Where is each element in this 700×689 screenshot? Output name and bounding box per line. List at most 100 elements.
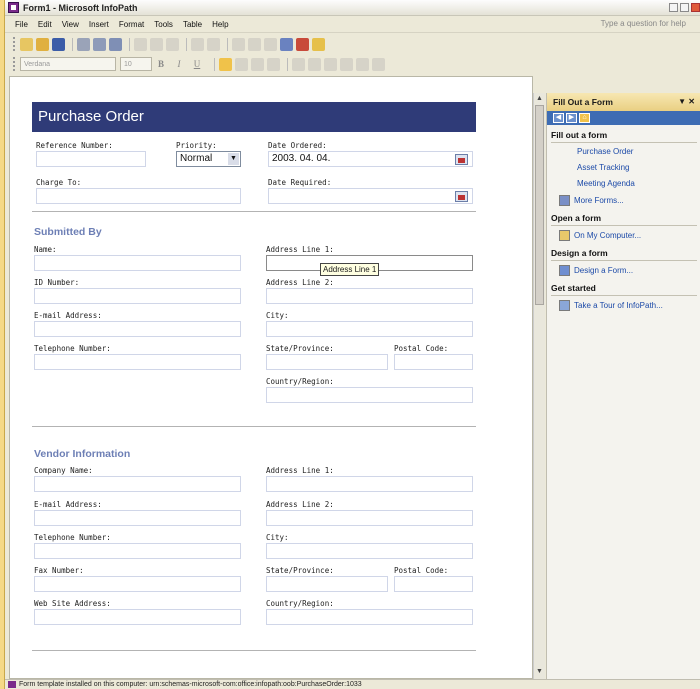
fax-number-field[interactable] (34, 576, 241, 592)
form-link-meeting-agenda[interactable]: Meeting Agenda (577, 179, 700, 188)
font-size-dropdown[interactable]: 10 (120, 57, 152, 71)
menu-table[interactable]: Table (183, 20, 202, 29)
company-name-field[interactable] (34, 476, 241, 492)
vendor-postal-code-field[interactable] (394, 576, 473, 592)
email-label: E-mail Address: (34, 311, 102, 320)
undo-icon[interactable] (191, 37, 204, 51)
design-form-link[interactable]: Design a Form... (559, 265, 700, 276)
help-icon[interactable] (312, 37, 325, 51)
minimize-button[interactable] (669, 3, 678, 12)
bold-button[interactable]: B (156, 59, 166, 69)
divider (32, 211, 476, 212)
home-icon[interactable]: ⌂ (579, 113, 590, 123)
picture-icon[interactable] (264, 37, 277, 51)
city-field[interactable] (266, 321, 473, 337)
font-name-dropdown[interactable]: Verdana (20, 57, 116, 71)
scroll-down-icon[interactable]: ▼ (536, 668, 543, 675)
state-province-field[interactable] (266, 354, 388, 370)
forward-icon[interactable]: ▶ (566, 113, 577, 123)
menu-file[interactable]: File (15, 20, 28, 29)
copy-icon[interactable] (150, 37, 163, 51)
font-color-icon[interactable] (372, 57, 385, 71)
vendor-email-field[interactable] (34, 510, 241, 526)
task-pane-close-icon[interactable]: ▼ ✕ (678, 97, 695, 106)
print-icon[interactable] (77, 37, 90, 51)
highlight-icon[interactable] (356, 57, 369, 71)
chevron-down-icon[interactable]: ▼ (228, 153, 239, 165)
id-number-field[interactable] (34, 288, 241, 304)
underline-button[interactable]: U (192, 59, 202, 69)
menu-format[interactable]: Format (119, 20, 144, 29)
form-canvas: Purchase Order Reference Number: Priorit… (9, 76, 533, 679)
title-bar: Form1 - Microsoft InfoPath (5, 0, 700, 16)
form-link-asset-tracking[interactable]: Asset Tracking (577, 163, 700, 172)
align-right-icon[interactable] (251, 57, 264, 71)
calendar-icon[interactable] (455, 191, 468, 202)
paste-icon[interactable] (166, 37, 179, 51)
calendar-icon[interactable] (455, 154, 468, 165)
reference-number-field[interactable] (36, 151, 146, 167)
email-field[interactable] (34, 321, 241, 337)
menu-view[interactable]: View (62, 20, 79, 29)
vendor-address-line-2-field[interactable] (266, 510, 473, 526)
menu-help[interactable]: Help (212, 20, 228, 29)
vendor-city-field[interactable] (266, 543, 473, 559)
numbering-icon[interactable] (292, 57, 305, 71)
table-icon[interactable] (248, 37, 261, 51)
priority-value: Normal (180, 153, 213, 164)
open-on-computer-link[interactable]: On My Computer... (559, 230, 700, 241)
redo-icon[interactable] (207, 37, 220, 51)
menu-insert[interactable]: Insert (89, 20, 109, 29)
web-site-address-field[interactable] (34, 609, 241, 625)
address-line-2-field[interactable] (266, 288, 473, 304)
postal-code-field[interactable] (394, 354, 473, 370)
digital-signature-icon[interactable] (296, 37, 309, 51)
document-scrollbar[interactable]: ▲ ▼ (533, 93, 545, 679)
decrease-indent-icon[interactable] (324, 57, 337, 71)
form-link-purchase-order[interactable]: Purchase Order (577, 147, 700, 156)
vendor-state-province-field[interactable] (266, 576, 388, 592)
print-preview-icon[interactable] (93, 37, 106, 51)
date-required-field[interactable] (268, 188, 473, 204)
maximize-button[interactable] (680, 3, 689, 12)
menu-edit[interactable]: Edit (38, 20, 52, 29)
country-region-field[interactable] (266, 387, 473, 403)
align-center-icon[interactable] (235, 57, 248, 71)
vendor-address-line-1-field[interactable] (266, 476, 473, 492)
state-province-label: State/Province: (266, 344, 334, 353)
toolbar-separator (72, 37, 73, 51)
task-pane-header[interactable]: Fill Out a Form ▼ ✕ (547, 93, 700, 111)
design-mode-icon[interactable] (280, 37, 293, 51)
increase-indent-icon[interactable] (340, 57, 353, 71)
back-icon[interactable]: ◀ (553, 113, 564, 123)
italic-button[interactable]: I (174, 59, 184, 69)
scroll-up-icon[interactable]: ▲ (536, 95, 543, 102)
toolbar-grip[interactable] (13, 37, 16, 51)
bullets-icon[interactable] (308, 57, 321, 71)
open-icon[interactable] (36, 37, 49, 51)
toolbar-grip[interactable] (13, 57, 16, 71)
scrollbar-thumb[interactable] (535, 105, 544, 305)
find-icon[interactable] (232, 37, 245, 51)
spelling-icon[interactable] (109, 37, 122, 51)
telephone-field[interactable] (34, 354, 241, 370)
vendor-postal-code-label: Postal Code: (394, 566, 449, 575)
date-ordered-field[interactable]: 2003. 04. 04. (268, 151, 473, 167)
date-ordered-label: Date Ordered: (268, 141, 327, 150)
vendor-country-region-field[interactable] (266, 609, 473, 625)
new-icon[interactable] (20, 37, 33, 51)
menu-tools[interactable]: Tools (154, 20, 173, 29)
infopath-app-icon[interactable] (8, 2, 19, 13)
charge-to-field[interactable] (36, 188, 241, 204)
vendor-telephone-field[interactable] (34, 543, 241, 559)
ask-question-input[interactable]: Type a question for help (601, 19, 686, 28)
align-left-icon[interactable] (219, 57, 232, 71)
priority-dropdown[interactable]: Normal ▼ (176, 151, 241, 167)
name-field[interactable] (34, 255, 241, 271)
take-tour-link[interactable]: Take a Tour of InfoPath... (559, 300, 700, 311)
more-forms-link[interactable]: More Forms... (559, 195, 700, 206)
cut-icon[interactable] (134, 37, 147, 51)
justify-icon[interactable] (267, 57, 280, 71)
close-button[interactable] (691, 3, 700, 12)
save-icon[interactable] (52, 37, 65, 51)
